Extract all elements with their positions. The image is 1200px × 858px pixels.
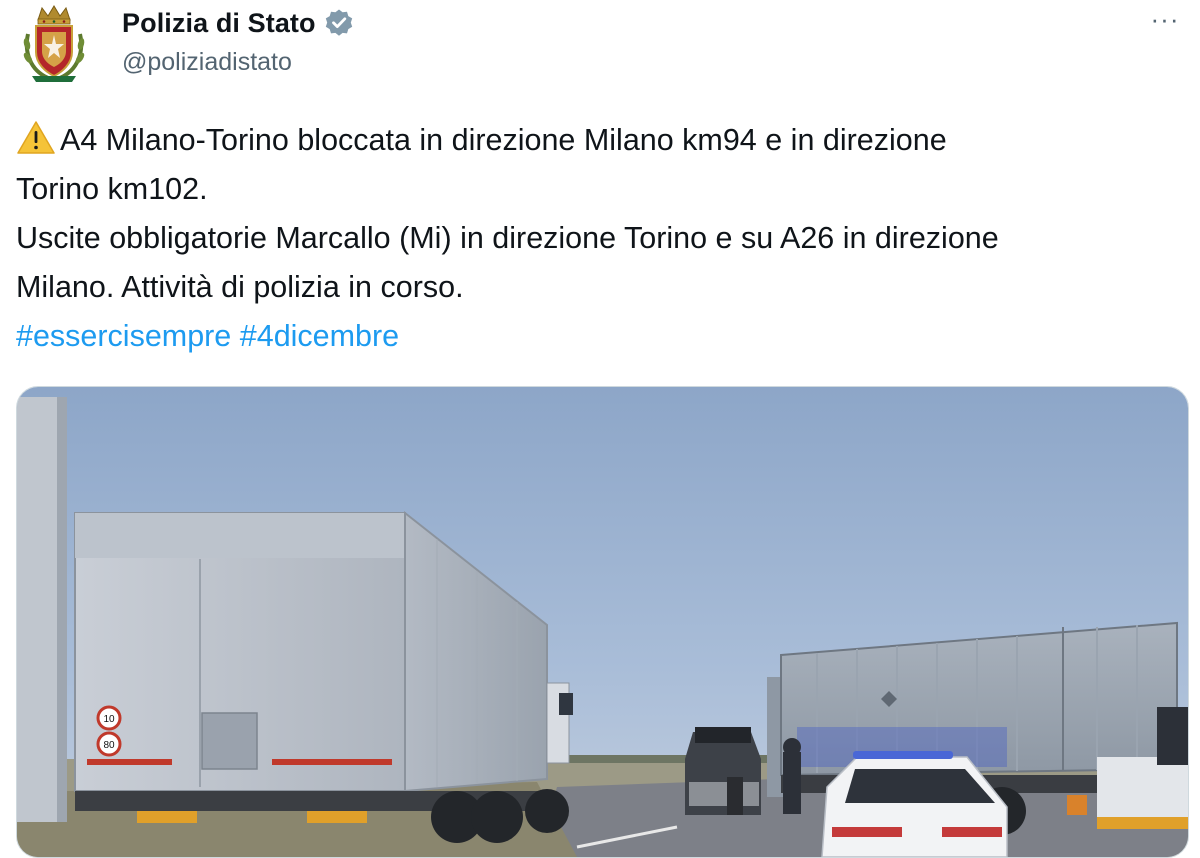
speed-plate-1: 10: [103, 714, 115, 725]
handle[interactable]: @poliziadistato: [122, 48, 292, 77]
avatar[interactable]: [18, 4, 90, 86]
tweet-text-span-1: A4 Milano-Torino bloccata in direzione M…: [60, 123, 947, 157]
tweet-text-line-4: Milano. Attività di polizia in corso.: [16, 270, 464, 304]
display-name[interactable]: Polizia di Stato: [122, 8, 316, 39]
hashtag-essercisempre[interactable]: #essercisempre: [16, 319, 231, 353]
more-options-button[interactable]: ···: [1146, 6, 1184, 36]
speed-plate-2: 80: [103, 740, 115, 751]
hashtags-line: #essercisempre #4dicembre: [16, 312, 1192, 361]
highway-photo: 10 80: [17, 387, 1188, 857]
tweet-text-line-3: Uscite obbligatorie Marcallo (Mi) in dir…: [16, 221, 999, 255]
tweet-text-line-2: Torino km102.: [16, 172, 208, 206]
tweet-photo[interactable]: 10 80: [16, 386, 1189, 858]
tweet-text-line-1: A4 Milano-Torino bloccata in direzione M…: [16, 116, 1192, 165]
name-row: Polizia di Stato: [122, 6, 354, 40]
more-horizontal-icon: ···: [1150, 4, 1180, 34]
hashtag-4dicembre[interactable]: #4dicembre: [240, 319, 399, 353]
police-crest-icon: [23, 5, 85, 82]
warning-icon: [16, 120, 60, 156]
tweet-text: A4 Milano-Torino bloccata in direzione M…: [16, 116, 1192, 361]
verified-badge-icon: [324, 8, 354, 38]
tweet: Polizia di Stato @poliziadistato ··· A4 …: [0, 0, 1200, 858]
